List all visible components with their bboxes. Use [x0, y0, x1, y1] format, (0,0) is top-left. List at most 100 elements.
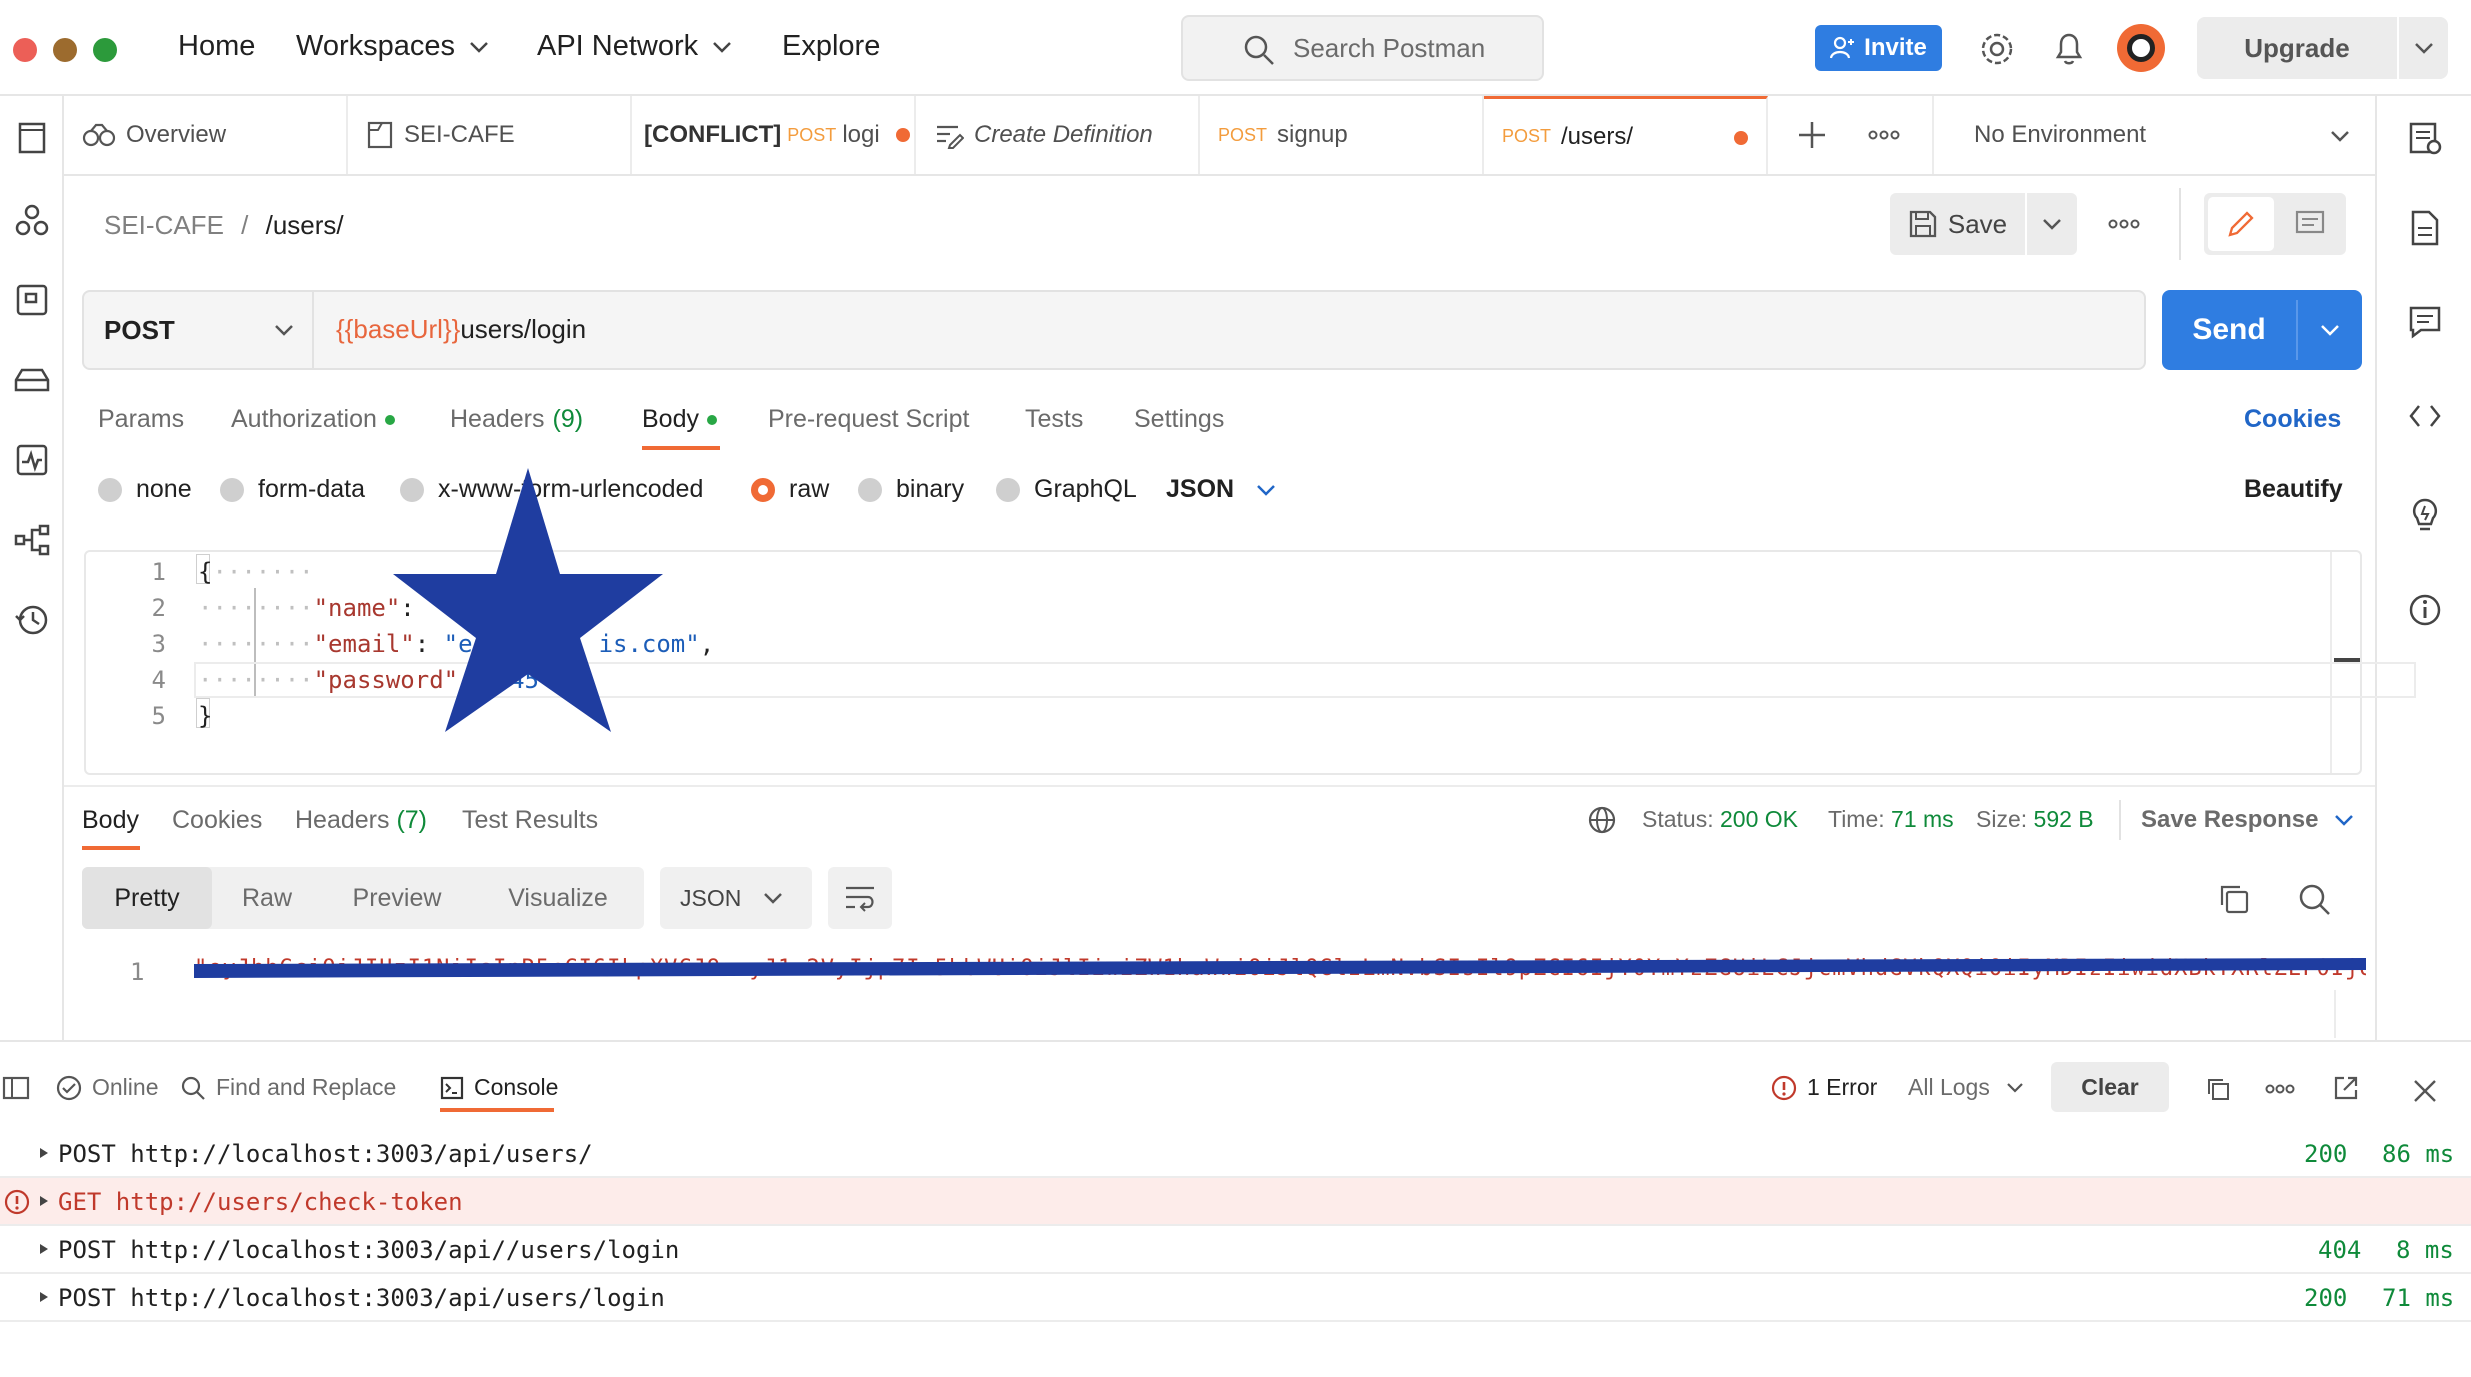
online-status[interactable]: Online [56, 1074, 158, 1101]
search-input[interactable]: Search Postman [1181, 15, 1544, 81]
pane-divider[interactable] [64, 785, 2375, 787]
http-method-select[interactable]: POST [84, 292, 314, 368]
tab-tests[interactable]: Tests [1025, 405, 1083, 434]
minimize-window-button[interactable] [53, 38, 77, 62]
history-icon[interactable] [10, 598, 54, 642]
response-tab-headers[interactable]: Headers (7) [295, 806, 427, 835]
editor-scrollbar-thumb[interactable] [2334, 658, 2360, 662]
save-response-button[interactable]: Save Response [2141, 806, 2354, 834]
radio-circle [996, 477, 1020, 502]
settings-icon[interactable] [1979, 31, 2015, 67]
tab-users-active[interactable]: POST /users/ [1484, 96, 1768, 174]
close-console-icon[interactable] [2412, 1078, 2438, 1104]
raw-format-select[interactable]: JSON [1166, 475, 1276, 504]
chevron-down-icon[interactable] [2320, 324, 2340, 336]
expand-triangle-icon[interactable] [40, 1292, 48, 1302]
nav-workspaces[interactable]: Workspaces [296, 30, 489, 63]
tab-overview[interactable]: Overview [64, 96, 348, 174]
console-log-row[interactable]: POST http://localhost:3003/api/users/200… [0, 1130, 2471, 1178]
tab-headers[interactable]: Headers (9) [450, 405, 583, 434]
globe-icon[interactable] [1587, 805, 1617, 835]
console-log-row[interactable]: GET http://users/check-token [0, 1178, 2471, 1226]
response-tab-test-results[interactable]: Test Results [462, 806, 598, 835]
clear-console-button[interactable]: Clear [2051, 1062, 2169, 1112]
console-tab[interactable]: Console [440, 1074, 558, 1101]
response-time[interactable]: Time: 71 ms [1828, 806, 1954, 833]
response-tab-cookies[interactable]: Cookies [172, 806, 262, 835]
response-format-select[interactable]: JSON [660, 867, 812, 929]
body-type-none[interactable]: none [98, 475, 192, 504]
nav-api-network[interactable]: API Network [537, 30, 732, 63]
cookies-link[interactable]: Cookies [2244, 405, 2341, 434]
view-pretty-button[interactable]: Pretty [82, 867, 212, 929]
error-count-filter[interactable]: 1 Error [1771, 1074, 1877, 1101]
body-type-form-data[interactable]: form-data [220, 475, 365, 504]
apis-icon[interactable] [10, 198, 54, 242]
avatar[interactable] [2117, 24, 2165, 72]
tab-authorization[interactable]: Authorization [231, 405, 395, 434]
related-collections-icon[interactable] [2407, 494, 2443, 534]
new-tab-plus-icon[interactable] [1797, 120, 1827, 150]
breadcrumb-collection[interactable]: SEI-CAFE [104, 210, 224, 240]
body-type-raw[interactable]: raw [751, 475, 829, 504]
flows-icon[interactable] [10, 518, 54, 562]
close-window-button[interactable] [13, 38, 37, 62]
invite-button[interactable]: Invite [1815, 25, 1942, 71]
tab-signup[interactable]: POST signup [1200, 96, 1484, 174]
info-icon[interactable] [2407, 592, 2443, 628]
log-level-select[interactable]: All Logs [1908, 1074, 2024, 1101]
request-url-input[interactable]: {{baseUrl}}users/login [336, 314, 586, 345]
response-tab-body[interactable]: Body [82, 806, 139, 835]
environments-icon[interactable] [10, 278, 54, 322]
pop-out-console-icon[interactable] [2332, 1074, 2360, 1102]
collections-icon[interactable] [10, 116, 54, 160]
copy-response-icon[interactable] [2218, 883, 2250, 915]
toggle-sidebar-icon[interactable] [2, 1076, 30, 1100]
comments-icon[interactable] [2407, 304, 2443, 340]
beautify-button[interactable]: Beautify [2244, 475, 2343, 504]
tab-params[interactable]: Params [98, 405, 184, 434]
edit-mode-button[interactable] [2208, 197, 2274, 251]
more-actions-icon[interactable] [2108, 219, 2140, 229]
more-tabs-icon[interactable] [1868, 130, 1900, 140]
tab-body[interactable]: Body [642, 405, 717, 434]
response-size[interactable]: Size: 592 B [1976, 806, 2094, 833]
mock-servers-icon[interactable] [10, 358, 54, 402]
expand-triangle-icon[interactable] [40, 1196, 48, 1206]
notifications-bell-icon[interactable] [2053, 31, 2085, 67]
console-log-row[interactable]: POST http://localhost:3003/api//users/lo… [0, 1226, 2471, 1274]
more-console-options-icon[interactable] [2265, 1084, 2295, 1094]
search-response-icon[interactable] [2298, 883, 2332, 917]
find-and-replace-button[interactable]: Find and Replace [180, 1074, 396, 1101]
upgrade-button[interactable]: Upgrade [2197, 17, 2448, 79]
documentation-icon[interactable] [2407, 208, 2443, 248]
environment-quick-look-icon[interactable] [2407, 120, 2443, 156]
breadcrumb-request-name[interactable]: /users/ [266, 210, 344, 240]
tab-sei-cafe[interactable]: SEI-CAFE [348, 96, 632, 174]
wrap-lines-button[interactable] [828, 867, 892, 929]
expand-triangle-icon[interactable] [40, 1148, 48, 1158]
tab-settings[interactable]: Settings [1134, 405, 1224, 434]
tab-conflict-login[interactable]: [CONFLICT] POST logi [632, 96, 916, 174]
environment-selector[interactable]: No Environment [1932, 96, 2375, 174]
expand-triangle-icon[interactable] [40, 1244, 48, 1254]
tab-pre-request-script[interactable]: Pre-request Script [768, 405, 969, 434]
maximize-window-button[interactable] [93, 38, 117, 62]
response-status[interactable]: Status: 200 OK [1642, 806, 1798, 833]
body-type-graphql[interactable]: GraphQL [996, 475, 1137, 504]
copy-logs-icon[interactable] [2205, 1076, 2231, 1102]
nav-home[interactable]: Home [178, 30, 255, 63]
send-button[interactable]: Send [2162, 290, 2362, 370]
code-snippet-icon[interactable] [2407, 398, 2443, 434]
monitors-icon[interactable] [10, 438, 54, 482]
comment-mode-icon[interactable] [2294, 209, 2326, 239]
view-raw-button[interactable]: Raw [212, 867, 322, 929]
tab-create-definition[interactable]: Create Definition [916, 96, 1200, 174]
save-options-dropdown[interactable] [2027, 193, 2077, 255]
view-preview-button[interactable]: Preview [322, 867, 472, 929]
view-visualize-button[interactable]: Visualize [472, 867, 644, 929]
body-type-binary[interactable]: binary [858, 475, 964, 504]
nav-explore[interactable]: Explore [782, 30, 880, 63]
save-button[interactable]: Save [1890, 193, 2025, 255]
console-log-row[interactable]: POST http://localhost:3003/api/users/log… [0, 1274, 2471, 1322]
